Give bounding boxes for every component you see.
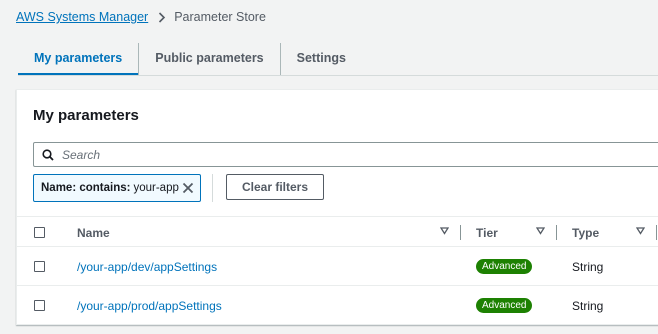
breadcrumb: AWS Systems Manager Parameter Store	[16, 10, 266, 24]
clear-filters-button[interactable]: Clear filters	[226, 174, 324, 200]
tab-bar: My parameters Public parameters Settings	[18, 40, 362, 76]
tier-badge: Advanced	[476, 298, 533, 313]
tab-public-parameters[interactable]: Public parameters	[139, 40, 279, 75]
select-all-checkbox[interactable]	[34, 227, 45, 238]
panel-title: My parameters	[33, 107, 139, 124]
row-checkbox[interactable]	[34, 300, 45, 311]
search-icon	[42, 148, 54, 161]
caret-down-icon[interactable]	[636, 227, 645, 235]
caret-down-icon[interactable]	[536, 227, 545, 235]
row-checkbox[interactable]	[34, 261, 45, 272]
parameter-type: String	[572, 260, 604, 274]
breadcrumb-link-systems-manager[interactable]: AWS Systems Manager	[16, 10, 148, 24]
parameter-name-link[interactable]: /your-app/prod/appSettings	[77, 299, 222, 313]
filter-token-value: your-app	[133, 182, 179, 194]
search-field[interactable]	[33, 142, 658, 167]
breadcrumb-current: Parameter Store	[174, 10, 266, 24]
column-resizer[interactable]	[656, 225, 657, 240]
tab-settings[interactable]: Settings	[281, 40, 362, 75]
column-header-tier[interactable]: Tier	[476, 226, 498, 240]
filter-divider	[212, 174, 213, 202]
filter-token: Name: contains: your-app	[33, 174, 201, 202]
column-resizer[interactable]	[460, 225, 461, 240]
close-icon[interactable]	[181, 181, 195, 195]
column-header-type[interactable]: Type	[572, 226, 599, 240]
parameter-name-link[interactable]: /your-app/dev/appSettings	[77, 260, 217, 274]
parameters-container: My parameters Name: contains: your-app C…	[16, 89, 658, 325]
table-header: Name Tier Type	[17, 216, 658, 247]
chevron-right-icon	[158, 11, 166, 23]
caret-down-icon[interactable]	[440, 227, 449, 235]
tier-badge: Advanced	[476, 259, 533, 274]
tab-my-parameters[interactable]: My parameters	[18, 40, 139, 76]
filter-token-key: Name: contains:	[41, 182, 131, 194]
column-resizer[interactable]	[556, 225, 557, 240]
search-input[interactable]	[62, 147, 562, 162]
table-row: /your-app/dev/appSettings Advanced Strin…	[17, 247, 658, 286]
parameters-table: Name Tier Type /your-app/dev/appSettings…	[17, 216, 658, 325]
tab-underline-divider	[18, 75, 658, 76]
parameter-type: String	[572, 299, 604, 313]
column-header-name[interactable]: Name	[77, 226, 110, 240]
table-row: /your-app/prod/appSettings Advanced Stri…	[17, 286, 658, 325]
